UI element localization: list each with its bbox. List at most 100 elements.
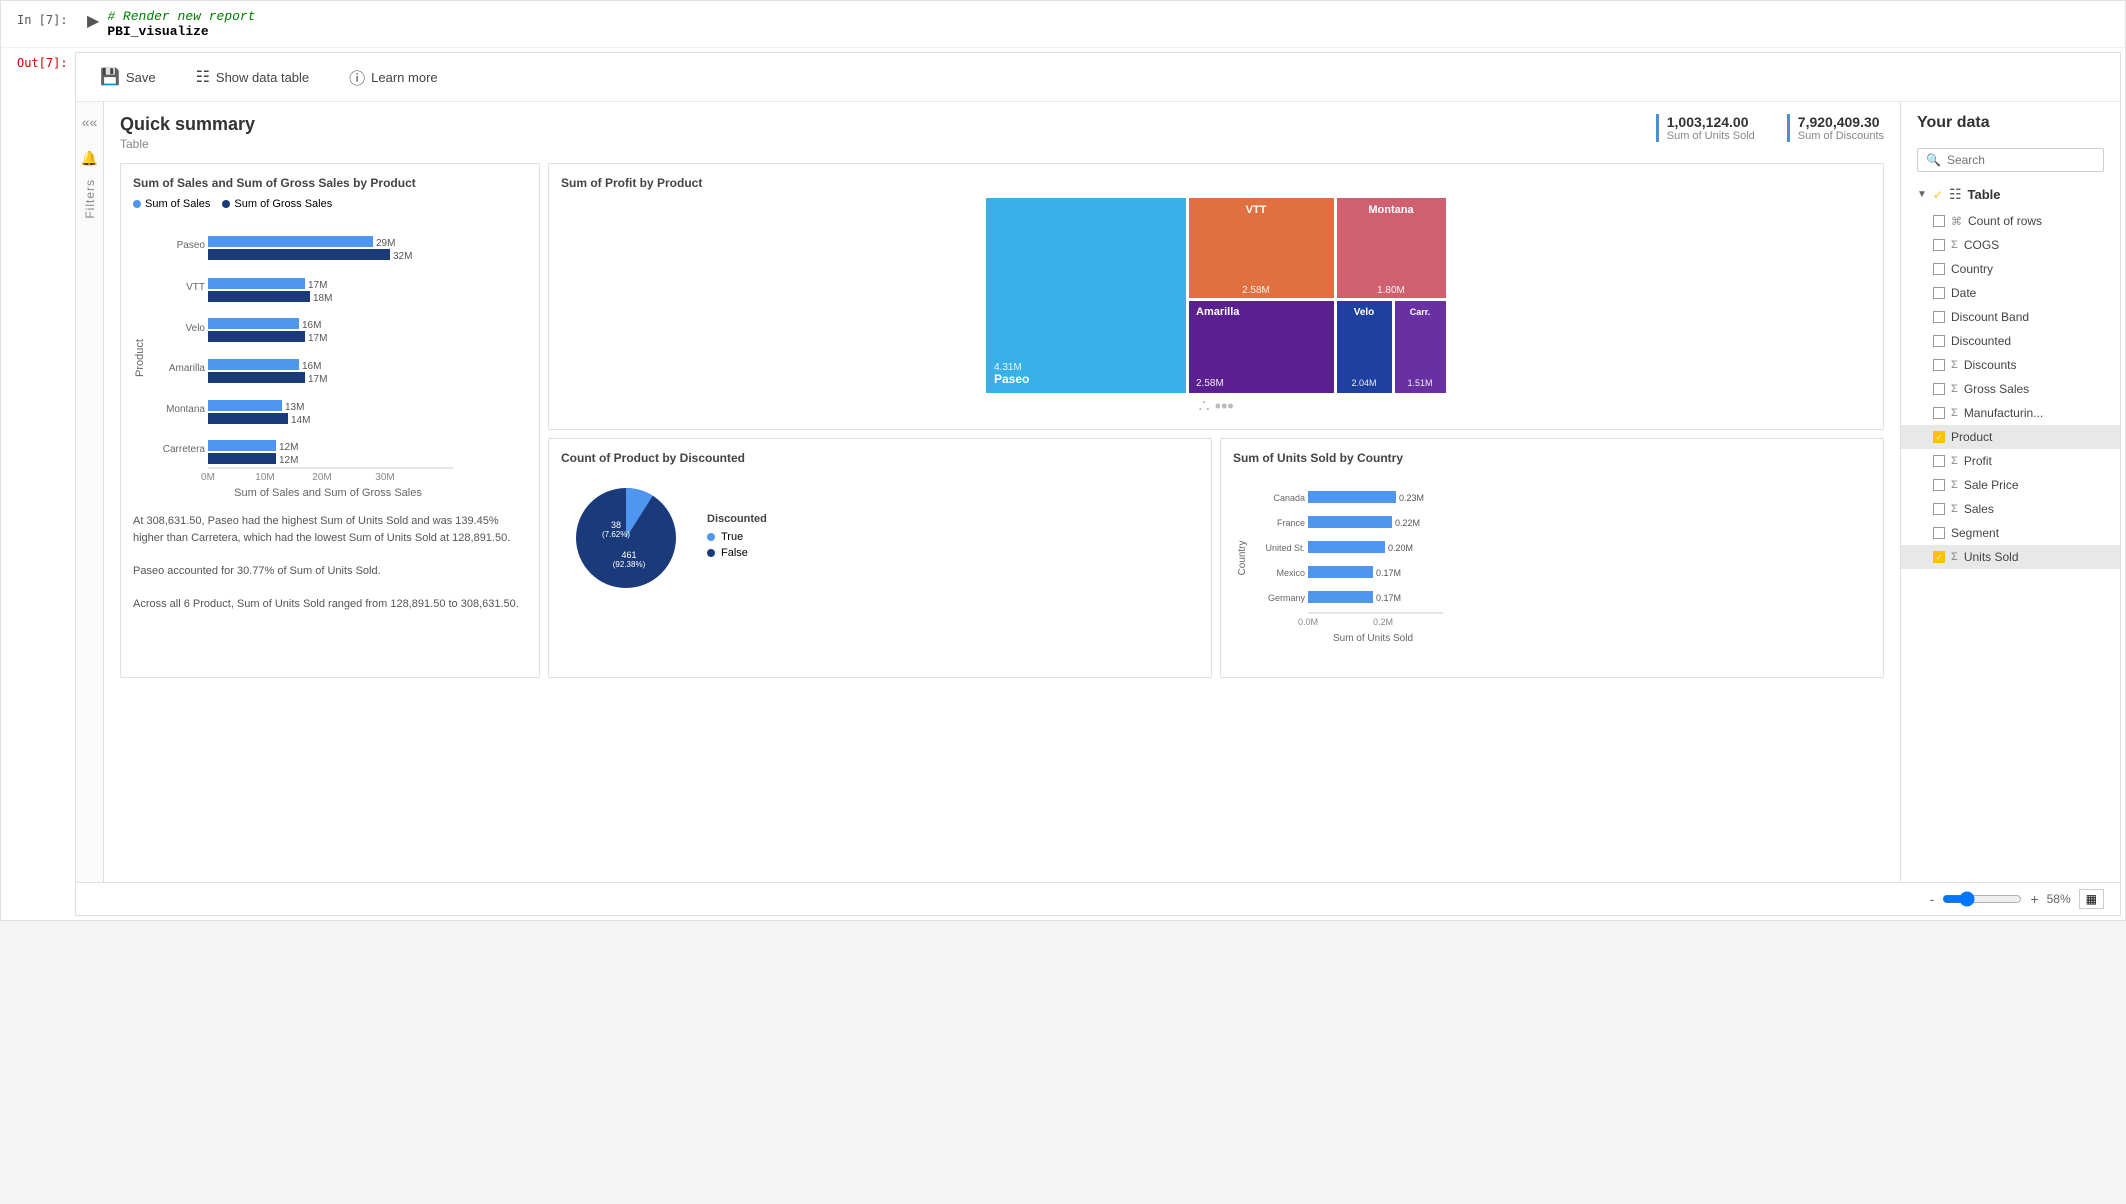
treemap-box: Sum of Profit by Product Paseo 4.31M VTT bbox=[548, 163, 1884, 430]
treemap-svg: Paseo 4.31M VTT Montana 1.80M bbox=[561, 198, 1871, 393]
learn-more-button[interactable]: ⓘ Learn more bbox=[341, 61, 446, 93]
collapse-button[interactable]: «« bbox=[78, 102, 102, 142]
checkbox-cogs[interactable] bbox=[1933, 239, 1945, 251]
search-input[interactable] bbox=[1947, 153, 2102, 167]
item-sigma-profit: Σ bbox=[1951, 455, 1958, 467]
show-data-table-button[interactable]: ☷ Show data table bbox=[188, 63, 318, 91]
item-sales[interactable]: Σ Sales bbox=[1901, 497, 2120, 521]
checkbox-sale-price[interactable] bbox=[1933, 479, 1945, 491]
item-cogs[interactable]: Σ COGS bbox=[1901, 233, 2120, 257]
item-label-segment: Segment bbox=[1951, 526, 1999, 540]
item-segment[interactable]: Segment bbox=[1901, 521, 2120, 545]
fit-view-button[interactable]: ▦ bbox=[2079, 889, 2104, 909]
table-icon: ☷ bbox=[196, 67, 210, 87]
item-discounted[interactable]: Discounted bbox=[1901, 329, 2120, 353]
zoom-minus-button[interactable]: - bbox=[1930, 891, 1935, 907]
filter-bell-icon[interactable]: 🔔 bbox=[81, 150, 98, 167]
country-chart-svg: Country Canada 0.23M France 0.22M bbox=[1233, 473, 1453, 648]
bar-chart-box: Sum of Sales and Sum of Gross Sales by P… bbox=[120, 163, 540, 678]
chart-drag-handle[interactable]: ∴ ••• bbox=[561, 396, 1871, 417]
item-count-of-rows[interactable]: ⌘ Count of rows bbox=[1901, 209, 2120, 233]
svg-text:13M: 13M bbox=[285, 402, 304, 413]
item-label-discounts: Discounts bbox=[1964, 358, 2017, 372]
toolbar: 💾 Save ☷ Show data table ⓘ Learn more bbox=[76, 53, 2120, 102]
item-label-count-of-rows: Count of rows bbox=[1968, 214, 2042, 228]
pie-legend-title: Discounted bbox=[707, 513, 767, 525]
checkbox-discounts[interactable] bbox=[1933, 359, 1945, 371]
run-button[interactable]: ▶ bbox=[87, 9, 99, 31]
insight-text: At 308,631.50, Paseo had the highest Sum… bbox=[133, 513, 527, 612]
svg-text:4.31M: 4.31M bbox=[994, 362, 1022, 373]
item-sigma-gross-sales: Σ bbox=[1951, 383, 1958, 395]
svg-text:38: 38 bbox=[611, 520, 621, 530]
svg-text:Sum of Sales and Sum of Gross: Sum of Sales and Sum of Gross Sales bbox=[234, 487, 422, 498]
table-group-header[interactable]: ▼ ✓ ☷ Table bbox=[1901, 180, 2120, 209]
svg-text:18M: 18M bbox=[313, 293, 332, 304]
svg-text:Montana: Montana bbox=[166, 404, 205, 415]
checkbox-discount-band[interactable] bbox=[1933, 311, 1945, 323]
report-area: Quick summary Table 1,003,124.00 Sum of … bbox=[104, 102, 1900, 882]
svg-text:32M: 32M bbox=[393, 251, 412, 262]
checkbox-profit[interactable] bbox=[1933, 455, 1945, 467]
checkbox-sales[interactable] bbox=[1933, 503, 1945, 515]
svg-text:Velo: Velo bbox=[186, 323, 206, 334]
table-group-label: Table bbox=[1968, 187, 2001, 202]
pie-legend-false: False bbox=[707, 547, 767, 559]
svg-text:12M: 12M bbox=[279, 455, 298, 466]
svg-text:16M: 16M bbox=[302, 320, 321, 331]
charts-top-row: Sum of Sales and Sum of Gross Sales by P… bbox=[120, 163, 1884, 678]
item-discount-band[interactable]: Discount Band bbox=[1901, 305, 2120, 329]
item-sale-price[interactable]: Σ Sale Price bbox=[1901, 473, 2120, 497]
item-label-date: Date bbox=[1951, 286, 1976, 300]
item-label-profit: Profit bbox=[1964, 454, 1992, 468]
item-units-sold[interactable]: ✓ Σ Units Sold bbox=[1901, 545, 2120, 569]
svg-text:0.23M: 0.23M bbox=[1399, 493, 1424, 503]
pie-chart-title: Count of Product by Discounted bbox=[561, 451, 1199, 465]
legend-gross-sales: Sum of Gross Sales bbox=[222, 198, 332, 210]
save-button[interactable]: 💾 Save bbox=[92, 63, 164, 91]
stat-discounts-label: Sum of Discounts bbox=[1798, 130, 1884, 142]
checkbox-count-of-rows[interactable] bbox=[1933, 215, 1945, 227]
panel-title: Your data bbox=[1917, 114, 2104, 132]
svg-text:2.58M: 2.58M bbox=[1242, 285, 1270, 296]
checkbox-gross-sales[interactable] bbox=[1933, 383, 1945, 395]
learn-more-label: Learn more bbox=[371, 70, 437, 85]
save-icon: 💾 bbox=[100, 67, 120, 87]
checkbox-discounted[interactable] bbox=[1933, 335, 1945, 347]
code-command: PBI_visualize bbox=[107, 24, 208, 39]
item-discounts[interactable]: Σ Discounts bbox=[1901, 353, 2120, 377]
checkbox-country[interactable] bbox=[1933, 263, 1945, 275]
item-label-discounted: Discounted bbox=[1951, 334, 2011, 348]
zoom-plus-button[interactable]: + bbox=[2030, 891, 2038, 907]
cell-input-label: In [7]: bbox=[17, 9, 87, 27]
item-label-units-sold: Units Sold bbox=[1964, 550, 2019, 564]
report-subtitle: Table bbox=[120, 137, 255, 151]
item-gross-sales[interactable]: Σ Gross Sales bbox=[1901, 377, 2120, 401]
treemap-title: Sum of Profit by Product bbox=[561, 176, 1871, 190]
svg-text:12M: 12M bbox=[279, 442, 298, 453]
stat-discounts-value: 7,920,409.30 bbox=[1798, 114, 1884, 130]
item-sigma-sale-price: Σ bbox=[1951, 479, 1958, 491]
item-product[interactable]: ✓ Product bbox=[1901, 425, 2120, 449]
report-title-section: Quick summary Table bbox=[120, 114, 255, 151]
right-charts-column: Sum of Profit by Product Paseo 4.31M VTT bbox=[548, 163, 1884, 678]
checkbox-product[interactable]: ✓ bbox=[1933, 431, 1945, 443]
report-header: Quick summary Table 1,003,124.00 Sum of … bbox=[120, 114, 1884, 151]
svg-text:14M: 14M bbox=[291, 415, 310, 426]
search-box[interactable]: 🔍 bbox=[1917, 148, 2104, 172]
checkbox-units-sold[interactable]: ✓ bbox=[1933, 551, 1945, 563]
cell-output: Out[7]: 💾 Save ☷ Show data table ⓘ Learn… bbox=[1, 48, 2125, 920]
item-date[interactable]: Date bbox=[1901, 281, 2120, 305]
item-manufacturing[interactable]: Σ Manufacturin... bbox=[1901, 401, 2120, 425]
checkbox-date[interactable] bbox=[1933, 287, 1945, 299]
svg-text:Product: Product bbox=[134, 339, 146, 377]
item-label-manufacturing: Manufacturin... bbox=[1964, 406, 2043, 420]
item-country[interactable]: Country bbox=[1901, 257, 2120, 281]
item-profit[interactable]: Σ Profit bbox=[1901, 449, 2120, 473]
zoom-slider[interactable] bbox=[1942, 891, 2022, 907]
svg-text:Country: Country bbox=[1237, 540, 1248, 575]
checkbox-manufacturing[interactable] bbox=[1933, 407, 1945, 419]
item-sigma-units-sold: Σ bbox=[1951, 551, 1958, 563]
checkbox-segment[interactable] bbox=[1933, 527, 1945, 539]
svg-text:0.17M: 0.17M bbox=[1376, 568, 1401, 578]
